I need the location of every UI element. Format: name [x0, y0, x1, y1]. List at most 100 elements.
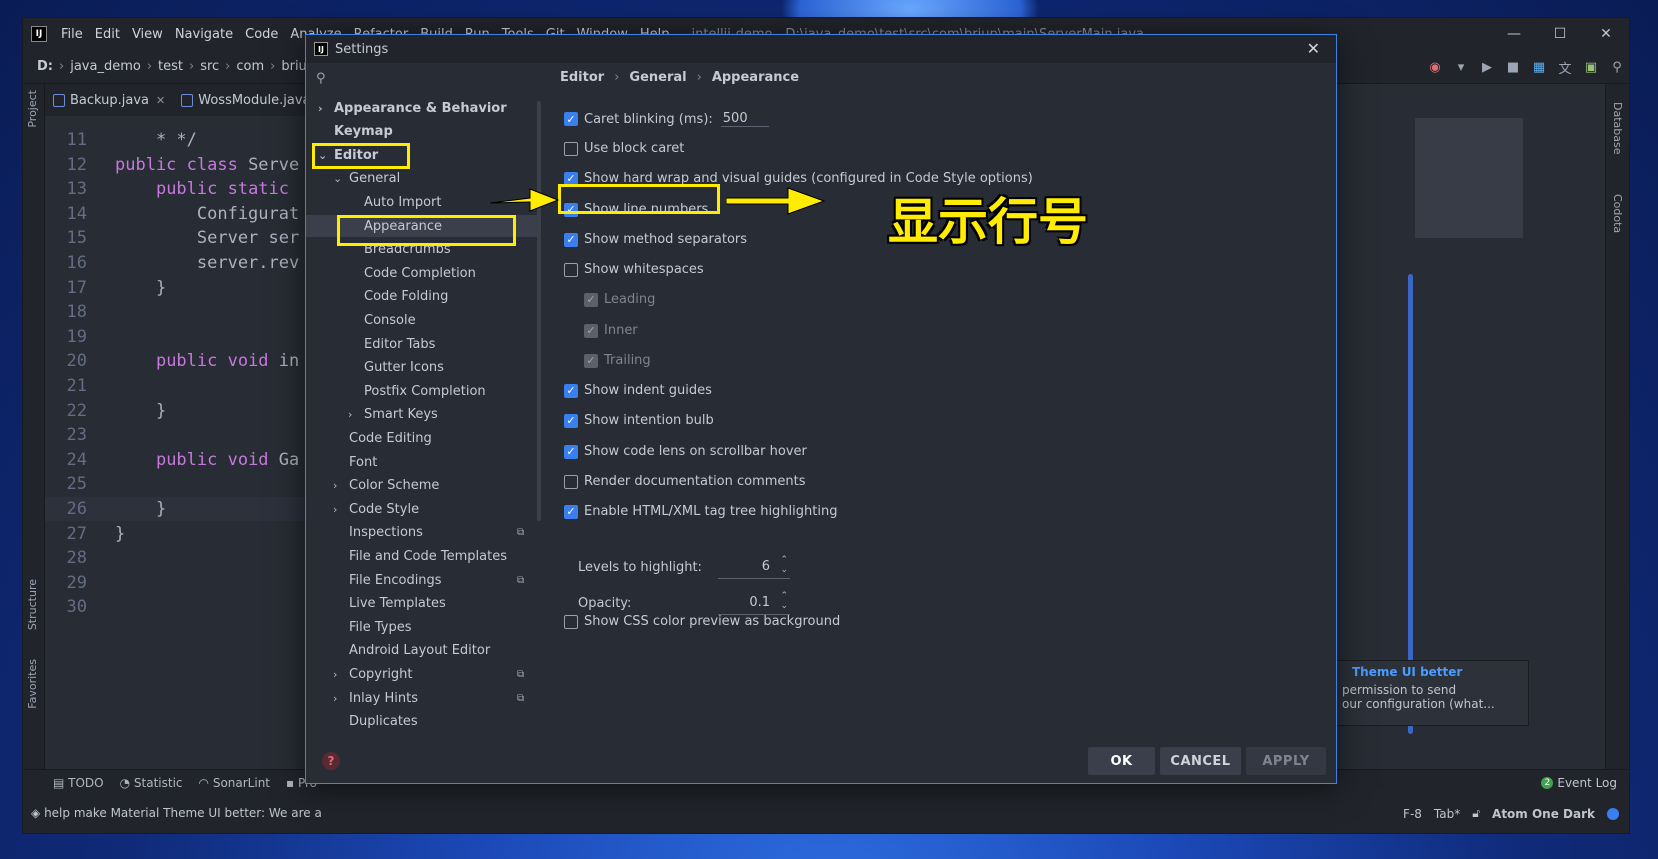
checkbox[interactable]: ✓ — [564, 444, 578, 459]
tree-item-gutter-icons[interactable]: Gutter Icons — [306, 357, 538, 379]
status-message[interactable]: ◈ help make Material Theme UI better: We… — [31, 806, 322, 820]
code-line[interactable]: 30 — [45, 595, 315, 619]
spin-down-icon[interactable]: ⌄ — [780, 565, 788, 575]
chevron-icon[interactable]: › — [333, 479, 345, 492]
tree-item-duplicates[interactable]: Duplicates — [306, 711, 538, 733]
opacity-spinner[interactable]: 0.1 ⌃ ⌄ — [718, 591, 790, 615]
database-tool-tab[interactable]: Database — [1611, 102, 1624, 155]
code-line[interactable]: 19 — [45, 325, 315, 349]
code-line[interactable]: 20 public void in — [45, 349, 315, 373]
code-line[interactable]: 23 — [45, 423, 315, 447]
tab-backup[interactable]: Backup.java ✕ — [45, 84, 173, 116]
code-editor[interactable]: 11 * */12 public class Serve 13 public sta… — [45, 116, 315, 736]
menu-navigate[interactable]: Navigate — [169, 27, 239, 42]
code-line[interactable]: 25 — [45, 472, 315, 496]
grid-icon[interactable]: ▦ — [1531, 59, 1547, 75]
chevron-icon[interactable]: › — [348, 408, 360, 421]
checkbox[interactable]: ✓ — [564, 112, 578, 126]
close-dialog-button[interactable]: ✕ — [1307, 39, 1320, 58]
breadcrumb-drive[interactable]: D: — [37, 59, 53, 74]
tree-item-file-types[interactable]: File Types — [306, 616, 538, 638]
code-minimap[interactable] — [1415, 118, 1523, 238]
code-line[interactable]: 13 public static — [45, 177, 315, 201]
tree-scrollbar[interactable] — [537, 101, 541, 521]
checkbox[interactable]: ✓ — [564, 232, 578, 247]
option-block-caret[interactable]: Use block caret — [564, 141, 684, 156]
notification-popup[interactable]: Theme UI better permission to send our c… — [1333, 660, 1529, 726]
tree-item-code-completion[interactable]: Code Completion — [306, 262, 538, 284]
indent-indicator[interactable]: Tab* — [1434, 807, 1460, 821]
theme-indicator[interactable]: Atom One Dark — [1492, 807, 1595, 821]
option-render-docs[interactable]: Render documentation comments — [564, 474, 806, 489]
levels-spinner[interactable]: 6 ⌃ ⌄ — [718, 555, 790, 579]
option-tag-tree[interactable]: ✓ Enable HTML/XML tag tree highlighting — [564, 504, 837, 519]
tree-item-editor-tabs[interactable]: Editor Tabs — [306, 333, 538, 355]
spin-up-icon[interactable]: ⌃ — [780, 555, 788, 565]
structure-tool-tab[interactable]: Structure — [26, 579, 39, 630]
code-line[interactable]: 28 — [45, 546, 315, 570]
sonarlint-tool-tab[interactable]: ◠ SonarLint — [199, 776, 270, 790]
lock-icon[interactable]: 🔓︎ — [1472, 806, 1480, 821]
tree-item-console[interactable]: Console — [306, 309, 538, 331]
code-line[interactable]: 12 public class Serve — [45, 153, 315, 177]
ok-button[interactable]: OK — [1088, 747, 1155, 775]
code-line[interactable]: 29 — [45, 571, 315, 595]
run-icon[interactable]: ▶ — [1479, 59, 1495, 75]
breadcrumb-java-demo[interactable]: java_demo — [70, 59, 141, 74]
chevron-icon[interactable]: › — [333, 692, 345, 705]
tree-item-keymap[interactable]: Keymap — [306, 121, 538, 143]
tree-item-copyright[interactable]: › Copyright ⧉ — [306, 663, 538, 685]
code-line[interactable]: 16 server.rev — [45, 251, 315, 275]
close-tab-icon[interactable]: ✕ — [156, 94, 165, 107]
code-line[interactable]: 15 Server ser — [45, 226, 315, 250]
checkbox[interactable]: ✓ — [564, 504, 578, 519]
event-log-button[interactable]: 2 Event Log — [1541, 776, 1617, 790]
help-button[interactable]: ? — [322, 752, 340, 770]
stop-icon[interactable]: ■ — [1505, 59, 1521, 75]
option-indent-guides[interactable]: ✓ Show indent guides — [564, 383, 712, 398]
search-icon[interactable]: ⚲ — [1609, 59, 1625, 75]
minimize-button[interactable]: — — [1491, 18, 1537, 50]
chevron-icon[interactable]: › — [333, 503, 345, 516]
code-line[interactable]: 17 } — [45, 276, 315, 300]
project-tool-tab[interactable]: Project — [26, 90, 39, 128]
terminal-icon[interactable]: ▣ — [1583, 59, 1599, 75]
option-whitespaces[interactable]: Show whitespaces — [564, 262, 704, 277]
tree-item-inspections[interactable]: Inspections ⧉ — [306, 522, 538, 544]
checkbox[interactable] — [564, 474, 578, 489]
encoding-indicator[interactable]: F-8 — [1403, 807, 1422, 821]
tree-item-code-style[interactable]: › Code Style — [306, 498, 538, 520]
option-caret-blinking[interactable]: ✓ Caret blinking (ms): 500 — [564, 111, 769, 127]
menu-code[interactable]: Code — [239, 27, 284, 42]
tree-item-file-encodings[interactable]: File Encodings ⧉ — [306, 569, 538, 591]
checkbox[interactable] — [564, 141, 578, 156]
codota-tool-tab[interactable]: Codota — [1611, 194, 1624, 233]
option-intention-bulb[interactable]: ✓ Show intention bulb — [564, 413, 714, 428]
checkbox[interactable] — [564, 262, 578, 277]
option-method-separators[interactable]: ✓ Show method separators — [564, 232, 747, 247]
tree-item-inlay-hints[interactable]: › Inlay Hints ⧉ — [306, 687, 538, 709]
code-line[interactable]: 18 — [45, 300, 315, 324]
code-line[interactable]: 21 — [45, 374, 315, 398]
breadcrumb-com[interactable]: com — [236, 59, 264, 74]
chevron-icon[interactable]: › — [333, 668, 345, 681]
option-css-preview[interactable]: Show CSS color preview as background — [564, 614, 840, 629]
tree-item-file-and-code-templates[interactable]: File and Code Templates — [306, 545, 538, 567]
tree-item-code-folding[interactable]: Code Folding — [306, 286, 538, 308]
checkbox[interactable]: ✓ — [564, 383, 578, 398]
todo-tool-tab[interactable]: ▤ TODO — [53, 776, 104, 790]
tree-item-smart-keys[interactable]: › Smart Keys — [306, 404, 538, 426]
spin-up-icon[interactable]: ⌃ — [780, 591, 788, 601]
tree-item-appearance-behavior[interactable]: › Appearance & Behavior — [306, 97, 538, 119]
code-line[interactable]: 14 Configurat — [45, 202, 315, 226]
tree-item-color-scheme[interactable]: › Color Scheme — [306, 475, 538, 497]
menu-view[interactable]: View — [126, 27, 169, 42]
favorites-tool-tab[interactable]: Favorites — [26, 659, 39, 709]
tree-item-font[interactable]: Font — [306, 451, 538, 473]
code-line[interactable]: 26 } — [45, 497, 315, 521]
menu-edit[interactable]: Edit — [89, 27, 126, 42]
code-line[interactable]: 24 public void Ga — [45, 448, 315, 472]
cancel-button[interactable]: CANCEL — [1160, 747, 1241, 775]
breadcrumb-src[interactable]: src — [200, 59, 219, 74]
breadcrumb-test[interactable]: test — [158, 59, 183, 74]
